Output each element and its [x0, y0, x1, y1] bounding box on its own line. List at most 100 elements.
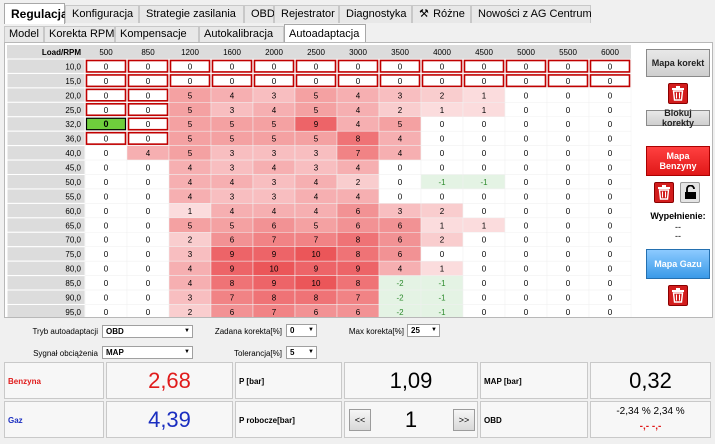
- tools-icon: ⚒: [419, 8, 429, 20]
- mapa-benzyny-button[interactable]: Mapa Benzyny: [646, 146, 710, 176]
- grid-cell-value: 0: [104, 279, 109, 288]
- grid-cell-value: 0: [398, 62, 403, 71]
- subtab-korekta-rpm[interactable]: Korekta RPM: [44, 26, 115, 42]
- grid-cell-value: 3: [230, 106, 235, 115]
- grid-cell-value: 0: [104, 192, 109, 201]
- tab-nowosci[interactable]: Nowości z AG Centrum: [471, 5, 592, 23]
- sygnal-obciazenia-select[interactable]: MAP ▼: [102, 346, 193, 359]
- grid-cell-value: 0: [524, 236, 529, 245]
- subtab-autoadaptacja[interactable]: Autoadaptacja: [284, 24, 366, 43]
- grid-cell-value: 0: [146, 164, 151, 173]
- rpm-header: 5500: [559, 48, 577, 57]
- subtab-model[interactable]: Model: [4, 26, 44, 42]
- grid-cell-value: 4: [356, 106, 361, 115]
- p-value: 1,09: [389, 368, 433, 393]
- grid-cell-value: 0: [482, 135, 487, 144]
- grid-cell-value: 3: [230, 164, 235, 173]
- grid-cell-value: 6: [398, 221, 403, 230]
- unlock-icon[interactable]: [680, 182, 700, 203]
- tryb-autoadaptacji-select[interactable]: OBD ▼: [102, 325, 193, 338]
- tab-label: Diagnostyka: [346, 8, 407, 20]
- grid-cell-value: 4: [188, 265, 193, 274]
- select-value: 0: [290, 326, 295, 335]
- grid-cell-value: 2: [188, 308, 193, 317]
- grid-cell-value: 0: [566, 106, 571, 115]
- rpm-header: 3500: [391, 48, 409, 57]
- grid-cell-value: 5: [188, 91, 193, 100]
- grid-cell-value: -2: [396, 308, 404, 317]
- grid-cell-value: 5: [314, 221, 319, 230]
- grid-cell-value: 0: [146, 279, 151, 288]
- grid-cell-value: 0: [566, 120, 571, 129]
- grid-cell-value: 0: [188, 77, 193, 86]
- previous-button[interactable]: <<: [349, 409, 371, 431]
- adaptation-controls: Tryb autoadaptacji OBD ▼ Sygnał obciążeni…: [4, 318, 713, 360]
- grid-cell-value: 5: [398, 120, 403, 129]
- zadana-korekta-select[interactable]: 0 ▼: [286, 324, 317, 337]
- grid-cell-value: 4: [188, 279, 193, 288]
- chevron-down-icon: ▼: [184, 328, 190, 334]
- trash-icon[interactable]: [668, 285, 688, 306]
- trash-icon[interactable]: [654, 182, 674, 203]
- grid-cell-value: 0: [524, 265, 529, 274]
- grid-cell-value: 6: [356, 221, 361, 230]
- load-header: 32,0: [65, 120, 81, 129]
- grid-cell-value: 5: [188, 135, 193, 144]
- grid-cell-value: 3: [398, 91, 403, 100]
- grid-cell-value: 5: [314, 135, 319, 144]
- grid-cell-value: 4: [272, 164, 277, 173]
- tab-konfiguracja[interactable]: Konfiguracja: [65, 5, 139, 23]
- mapa-korekt-button[interactable]: Mapa korekt: [646, 49, 710, 77]
- grid-cell-value: 7: [230, 293, 235, 302]
- grid-cell-value: 0: [524, 91, 529, 100]
- grid-cell-value: 3: [230, 149, 235, 158]
- grid-cell-value: 8: [314, 293, 319, 302]
- grid-cell-value: 3: [272, 178, 277, 187]
- blokuj-korekty-button[interactable]: Blokuj korekty: [646, 108, 710, 128]
- mapa-gazu-button[interactable]: Mapa Gazu: [646, 249, 710, 279]
- grid-cell-value: 0: [566, 207, 571, 216]
- grid-cell-value: 0: [608, 265, 613, 274]
- grid-cell-value: 0: [482, 77, 487, 86]
- grid-cell-value: 0: [566, 135, 571, 144]
- tolerancja-select[interactable]: 5 ▼: [286, 346, 317, 359]
- trash-icon[interactable]: [668, 83, 688, 104]
- grid-cell-value: 6: [272, 221, 277, 230]
- chevron-down-icon: ▼: [184, 349, 190, 355]
- grid-cell-value: 0: [146, 250, 151, 259]
- sensor-readouts: Benzyna 2,68 P [bar] 1,09 MAP [bar] 0,32…: [4, 362, 713, 442]
- grid-cell-value: 3: [230, 192, 235, 201]
- max-korekta-select[interactable]: 25 ▼: [407, 324, 440, 337]
- tab-regulacja[interactable]: Regulacja: [4, 3, 68, 24]
- grid-cell-value: 0: [104, 178, 109, 187]
- grid-cell-value: 0: [146, 207, 151, 216]
- grid-cell-value: 0: [104, 207, 109, 216]
- grid-cell-value: 0: [482, 120, 487, 129]
- p-label: P [bar]: [239, 377, 265, 386]
- grid-cell-value: 0: [482, 265, 487, 274]
- grid-cell-value: 8: [230, 279, 235, 288]
- grid-cell-value: 0: [566, 77, 571, 86]
- grid-cell-value: 0: [608, 62, 613, 71]
- grid-cell-value: 4: [398, 149, 403, 158]
- grid-cell-value: 0: [566, 293, 571, 302]
- tab-rejestrator[interactable]: Rejestrator: [274, 5, 339, 23]
- subtab-kompensacje[interactable]: Kompensacje: [115, 26, 199, 42]
- tab-diagnostyka[interactable]: Diagnostyka: [339, 5, 412, 23]
- grid-cell-value: 4: [230, 207, 235, 216]
- tab-strategie-zasilania[interactable]: Strategie zasilania: [139, 5, 244, 23]
- grid-cell-value: 2: [440, 91, 445, 100]
- tab-rozne[interactable]: ⚒ Różne: [412, 5, 471, 23]
- load-header: 40,0: [65, 149, 81, 158]
- subtab-autokalibracja[interactable]: Autokalibracja: [199, 26, 284, 42]
- button-label: Mapa korekt: [651, 58, 705, 68]
- grid-cell-value: 0: [146, 308, 151, 317]
- grid-cell-value: 7: [356, 293, 361, 302]
- benzyna-label-box: Benzyna: [4, 362, 104, 399]
- tab-obd[interactable]: OBD: [244, 5, 275, 23]
- next-button[interactable]: >>: [453, 409, 475, 431]
- grid-cell-value: 4: [398, 265, 403, 274]
- grid-cell-value: 9: [356, 265, 361, 274]
- grid-cell-value: 6: [356, 207, 361, 216]
- load-header: 25,0: [65, 106, 81, 115]
